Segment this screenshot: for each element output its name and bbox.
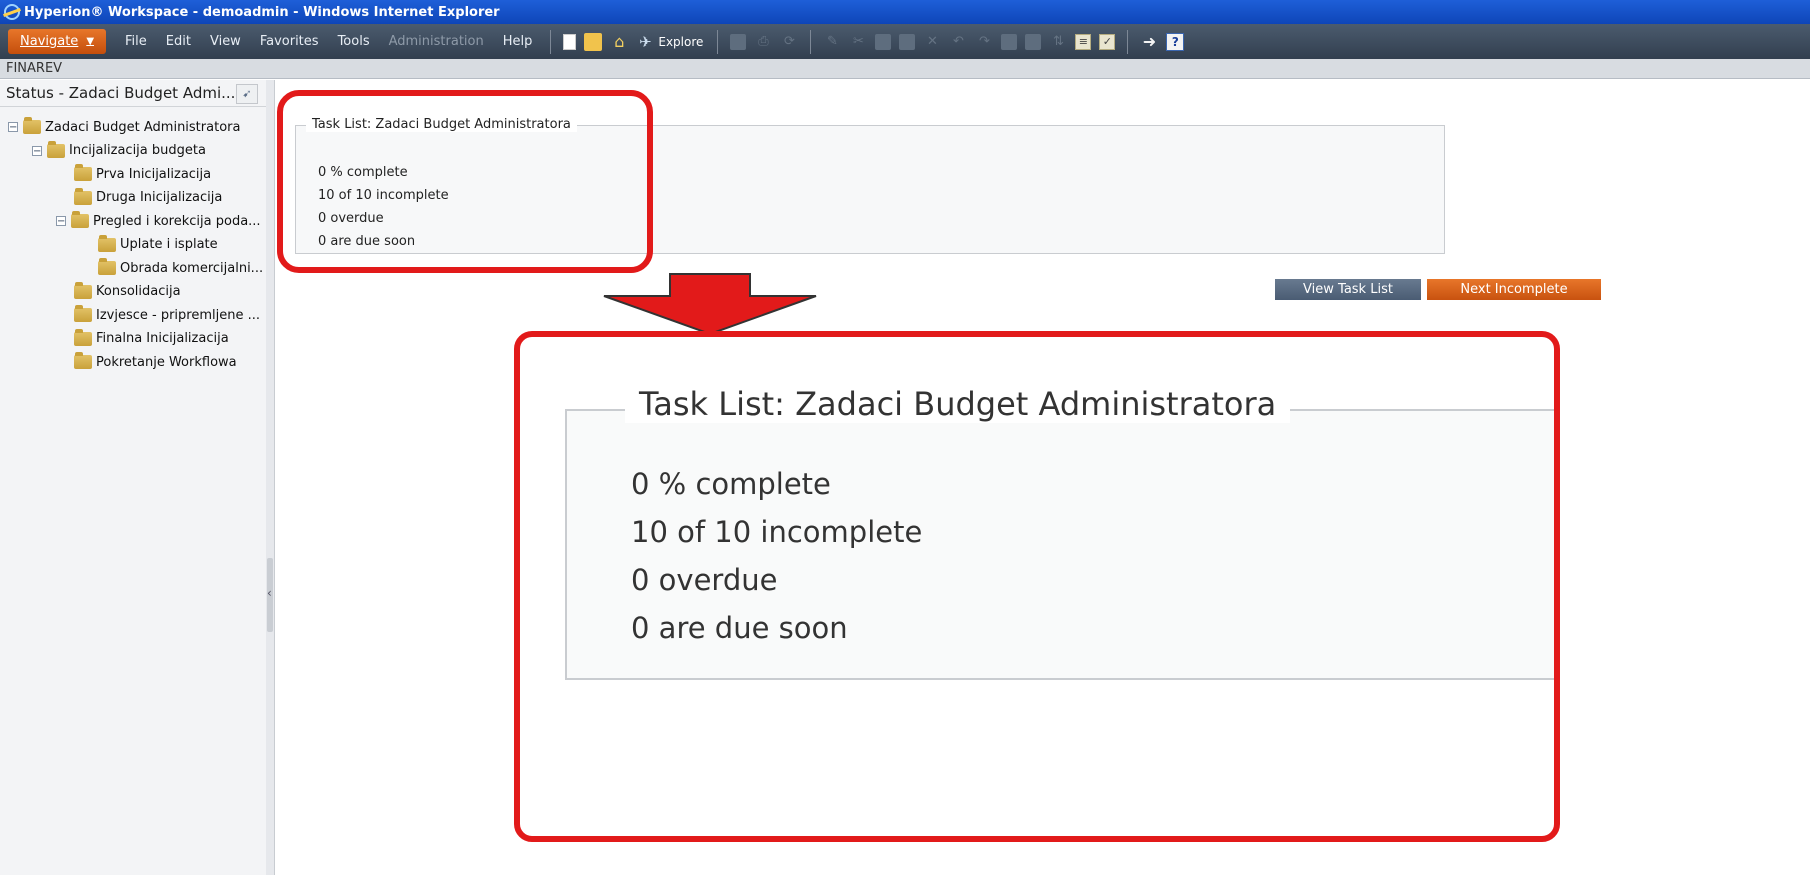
panel-title: Status - Zadaci Budget Admi... [6, 84, 236, 102]
menu-help[interactable]: Help [503, 34, 533, 49]
toolbar-separator [550, 29, 552, 54]
tree-item-label: Konsolidacija [96, 284, 181, 299]
explore-label[interactable]: Explore [658, 35, 703, 49]
navigate-label: Navigate [20, 34, 79, 49]
filter-icon[interactable] [1025, 33, 1042, 50]
paste-icon[interactable] [899, 33, 916, 50]
notes-icon[interactable]: ≡ [1075, 33, 1092, 50]
edit-icon[interactable]: ✎ [823, 33, 841, 51]
tree-item[interactable]: Izvjesce - pripremljene ... [74, 304, 260, 326]
panel-splitter[interactable] [266, 80, 275, 875]
logoff-icon[interactable]: ➜ [1140, 32, 1158, 51]
menu-toolbar: Navigate ▼ File Edit View Favorites Tool… [0, 24, 1810, 59]
tree-item-label: Zadaci Budget Administratora [45, 119, 241, 135]
menu-edit[interactable]: Edit [166, 34, 191, 49]
save-icon[interactable] [730, 33, 747, 50]
application-name: FINAREV [6, 61, 63, 76]
tree-item[interactable]: − Incijalizacija budgeta [32, 140, 206, 162]
tree-item-label: Uplate i isplate [120, 237, 218, 252]
tree-item[interactable]: − Zadaci Budget Administratora [8, 116, 240, 138]
tree-item-label: Finalna Inicijalizacija [96, 331, 229, 346]
tree-item[interactable]: Obrada komercijalni... [98, 257, 263, 279]
folder-icon [74, 187, 92, 205]
zoomed-incomplete-count-text: 10 of 10 incomplete [631, 515, 923, 549]
zoomed-task-list-legend: Task List: Zadaci Budget Administratora [625, 385, 1291, 423]
home-icon[interactable]: ⌂ [610, 32, 628, 51]
status-panel: Status - Zadaci Budget Admi... ➹ − Zadaci… [0, 80, 267, 875]
tree-item-label: Pregled i korekcija poda... [93, 213, 261, 229]
toolbar-separator [1127, 29, 1129, 54]
tree-item[interactable]: Pokretanje Workflowa [74, 351, 237, 373]
tree-item-label: Izvjesce - pripremljene ... [96, 307, 261, 323]
tree-item[interactable]: Konsolidacija [74, 281, 181, 303]
folder-icon [47, 140, 65, 158]
redo-icon[interactable]: ↷ [975, 33, 993, 51]
menu-tools[interactable]: Tools [338, 34, 370, 49]
view-task-list-button[interactable]: View Task List [1275, 279, 1421, 300]
tree-item[interactable]: Uplate i isplate [98, 234, 218, 256]
zoomed-task-list-summary: Task List: Zadaci Budget Administratora … [565, 385, 1554, 680]
collapse-icon[interactable]: − [56, 216, 66, 227]
folder-icon [74, 352, 92, 369]
menu-file[interactable]: File [125, 34, 147, 49]
refresh-icon[interactable]: ⟳ [780, 33, 798, 51]
tree-item[interactable]: Prva Inicijalizacija [74, 163, 211, 185]
checklist-icon[interactable]: ✓ [1099, 33, 1116, 50]
collapse-handle[interactable] [267, 558, 273, 632]
pin-icon[interactable]: ➹ [236, 84, 258, 104]
zoomed-callout: Task List: Zadaci Budget Administratora … [514, 331, 1560, 842]
print-icon[interactable]: ⎙ [754, 33, 772, 51]
new-document-icon[interactable] [563, 33, 577, 50]
tree-item-label: Prva Inicijalizacija [96, 166, 212, 182]
tree-item[interactable]: Finalna Inicijalizacija [74, 328, 229, 350]
window-title: Hyperion® Workspace - demoadmin - Window… [24, 4, 500, 20]
highlight-callout [277, 90, 653, 273]
toolbar-separator [717, 29, 719, 54]
application-bar: FINAREV [0, 59, 1810, 79]
tree-item[interactable]: Druga Inicijalizacija [74, 187, 222, 209]
folder-icon [23, 117, 41, 134]
menu-administration[interactable]: Administration [389, 34, 484, 49]
cut-icon[interactable]: ✂ [849, 33, 867, 51]
properties-icon[interactable] [1001, 33, 1018, 50]
delete-icon[interactable]: ✕ [923, 33, 941, 51]
copy-icon[interactable] [875, 33, 892, 50]
menu-view[interactable]: View [210, 34, 241, 49]
tree-item-label: Incijalizacija budgeta [69, 143, 206, 158]
folder-icon [71, 211, 89, 228]
toolbar-separator [810, 29, 812, 54]
next-incomplete-button[interactable]: Next Incomplete [1427, 279, 1601, 300]
folder-icon [74, 164, 92, 181]
sort-icon[interactable]: ⇅ [1049, 33, 1067, 51]
tree-item-label: Pokretanje Workflowa [96, 354, 237, 370]
undo-icon[interactable]: ↶ [949, 33, 967, 51]
collapse-icon[interactable]: − [32, 145, 42, 156]
zoomed-due-soon-count-text: 0 are due soon [631, 611, 848, 645]
zoomed-percent-complete-text: 0 % complete [631, 467, 831, 501]
tree-item[interactable]: − Pregled i korekcija poda... [56, 210, 261, 232]
folder-icon [98, 234, 116, 252]
chevron-down-icon: ▼ [86, 36, 95, 47]
panel-header: Status - Zadaci Budget Admi... ➹ [0, 80, 266, 107]
zoomed-overdue-count-text: 0 overdue [631, 563, 778, 597]
collapse-icon[interactable]: − [8, 122, 18, 133]
folder-icon [74, 305, 92, 322]
tree-item-label: Druga Inicijalizacija [96, 190, 223, 205]
folder-icon [98, 258, 116, 275]
menu-favorites[interactable]: Favorites [260, 34, 319, 49]
down-arrow-icon [603, 273, 817, 336]
window-title-bar: Hyperion® Workspace - demoadmin - Window… [0, 0, 1810, 24]
folder-icon [74, 328, 92, 346]
folder-icon [74, 281, 92, 299]
explore-icon[interactable]: ✈ [636, 33, 654, 51]
tree-item-label: Obrada komercijalni... [120, 260, 264, 276]
open-folder-icon[interactable] [584, 32, 603, 51]
help-icon[interactable]: ? [1166, 32, 1185, 51]
internet-explorer-icon [4, 4, 20, 20]
navigate-button[interactable]: Navigate ▼ [8, 29, 107, 54]
